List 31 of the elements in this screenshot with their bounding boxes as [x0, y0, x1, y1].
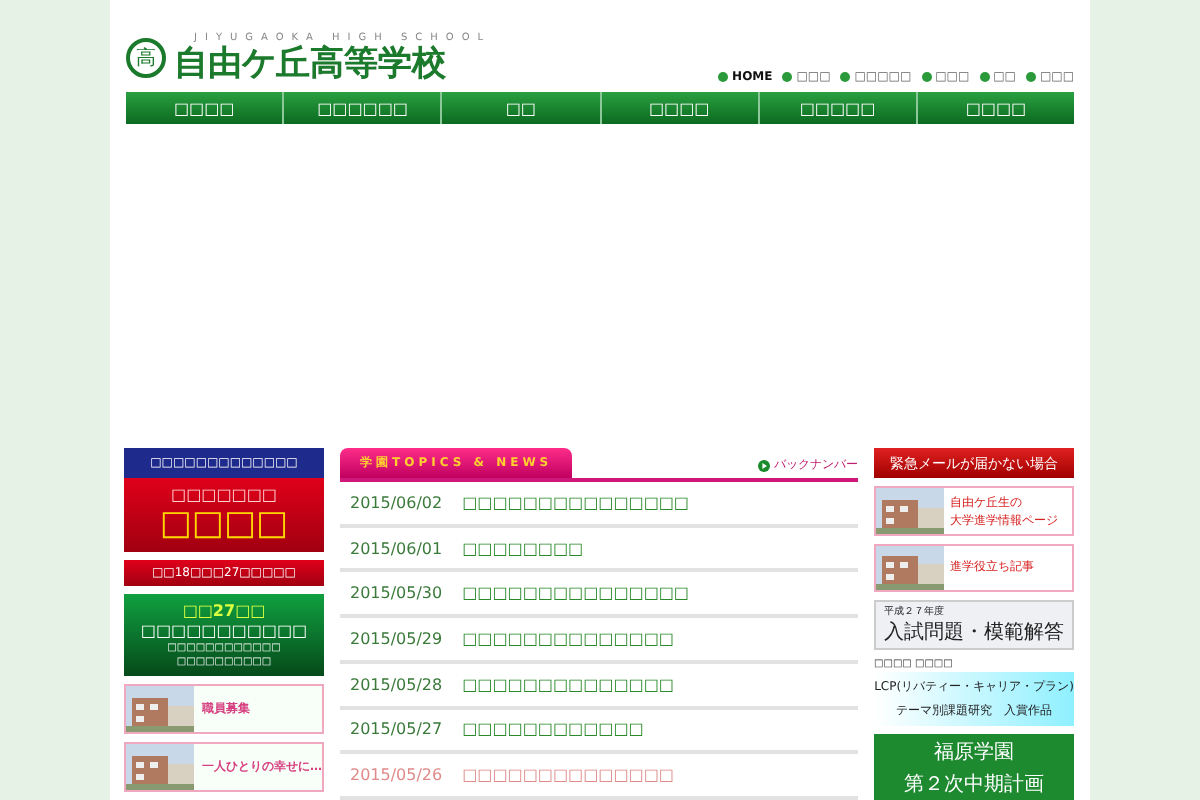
nav-item[interactable]: □□□□: [126, 92, 285, 124]
news-date: 2015/05/29: [350, 630, 443, 649]
banner-text: □□□□□□□: [171, 486, 277, 504]
news-title[interactable]: □□□□□□□□□□□□□□□: [462, 584, 689, 603]
news-date: 2015/05/27: [350, 720, 443, 739]
news-title[interactable]: □□□□□□□□: [462, 539, 584, 558]
news-date: 2015/05/28: [350, 675, 443, 694]
news-title[interactable]: □□□□□□□□□□□□: [462, 720, 644, 739]
nav-item[interactable]: □□□□: [917, 92, 1075, 124]
nav-item[interactable]: □□□□: [601, 92, 760, 124]
exam-banner[interactable]: □□□□□□□ □□□□: [124, 478, 324, 552]
nav-item[interactable]: □□□□□: [759, 92, 918, 124]
news-date: 2015/06/01: [350, 539, 443, 558]
nav-item[interactable]: □□: [442, 92, 602, 124]
news-title[interactable]: □□□□□□□□□□□□□□: [462, 675, 674, 694]
news-title[interactable]: □□□□□□□□□□□□□□□: [462, 493, 689, 512]
school-emblem: 高: [126, 38, 166, 78]
news-title[interactable]: □□□□□□□□□□□□□□: [462, 630, 674, 649]
play-icon: [758, 459, 770, 471]
banner-text: 第２次中期計画: [904, 771, 1044, 798]
banner-text: 福原学園: [934, 739, 1014, 766]
news-date: 2015/05/26: [350, 766, 443, 785]
nav-item[interactable]: □□□□□□: [284, 92, 443, 124]
banner-heading: □□27□□: [182, 602, 266, 620]
banner-text: 入試問題・模範解答: [884, 619, 1064, 646]
banner-heading: □□□□: [159, 504, 289, 544]
school-name: 自由ケ丘高等学校: [174, 44, 448, 84]
banner-text: □□□□□□□□□□□: [140, 622, 308, 640]
link-banner[interactable]: 福原学園 第２次中期計画: [874, 734, 1074, 800]
news-date: 2015/05/30: [350, 584, 443, 603]
news-date: 2015/06/02: [350, 493, 443, 512]
